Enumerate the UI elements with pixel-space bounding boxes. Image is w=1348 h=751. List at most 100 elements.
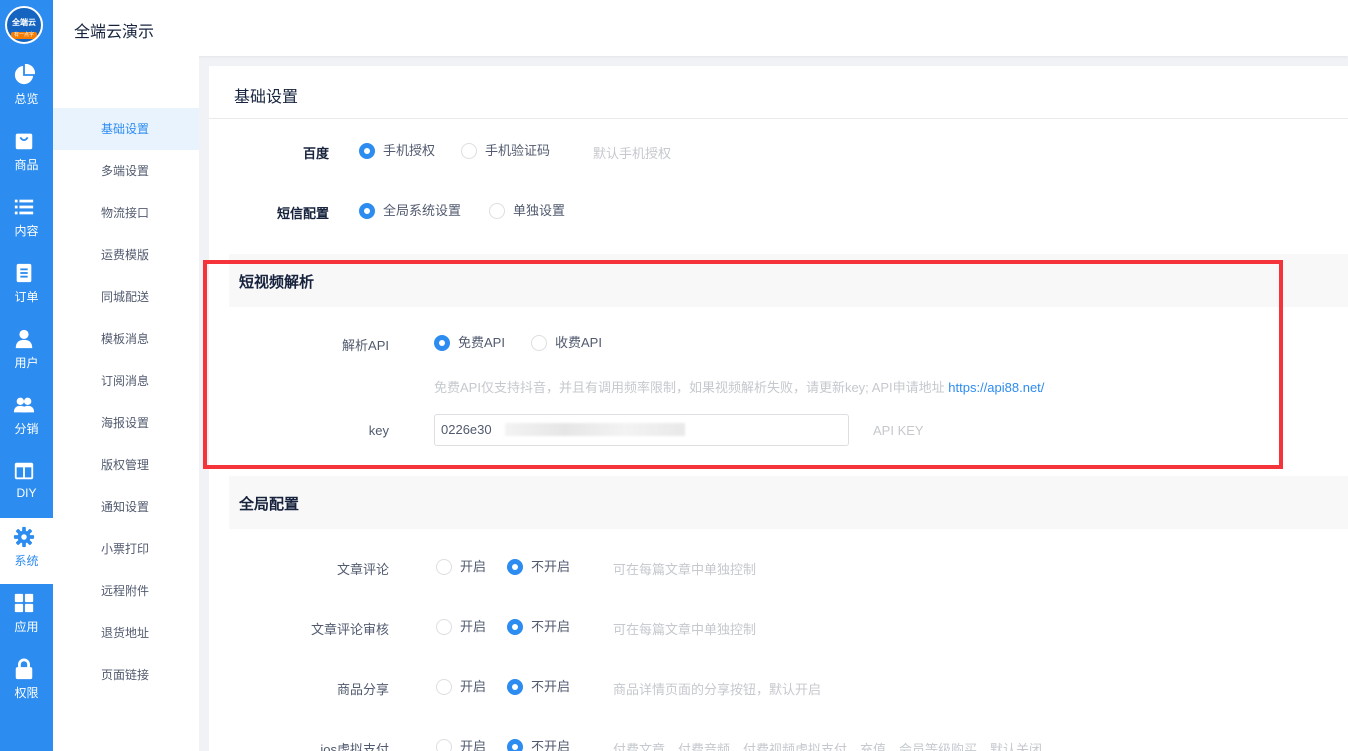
radio-dot <box>461 143 477 159</box>
user-icon <box>15 329 33 349</box>
left-rail: 全端云 有一点字 总览 商品 内容 订单 用户 分销 DIY 系统 应用 权限 <box>0 0 53 751</box>
radio-dot <box>434 335 450 351</box>
key-input[interactable]: 0226e30 <box>434 414 849 446</box>
radio-label: 开启 <box>460 679 487 694</box>
rail-item-overview[interactable]: 总览 <box>0 56 53 122</box>
row-label: 文章评论审核 <box>310 622 389 637</box>
radio-label: 不开启 <box>531 739 571 751</box>
submenu-item[interactable]: 物流接口 <box>53 192 199 234</box>
row-hint: 商品详情页面的分享按钮，默认开启 <box>613 682 822 697</box>
key-value: 0226e30 <box>441 422 492 437</box>
brand-logo[interactable]: 全端云 有一点字 <box>5 6 43 44</box>
rail-item-permissions[interactable]: 权限 <box>0 650 53 716</box>
users-icon <box>13 397 35 413</box>
radio-label: 收费API <box>555 335 602 350</box>
radio-dot <box>436 739 452 751</box>
row-api-hint: 免费API仅支持抖音，并且有调用频率限制，如果视频解析失败，请更新key; AP… <box>209 371 1348 401</box>
row-label: 文章评论 <box>336 562 389 577</box>
card-header: 基础设置 <box>209 66 1348 119</box>
rail-label: 应用 <box>14 620 39 634</box>
section-title: 全局配置 <box>239 496 300 513</box>
radio-label: 单独设置 <box>513 203 566 218</box>
radio-dot <box>436 619 452 635</box>
row-hint: 付费文章、付费音频、付费视频虚拟支付、充值、会员等级购买，默认关闭 <box>613 742 1043 751</box>
radio-dot <box>531 335 547 351</box>
row-hint: 可在每篇文章中单独控制 <box>613 622 757 637</box>
submenu-item[interactable]: 海报设置 <box>53 402 199 444</box>
grid-icon <box>14 593 34 613</box>
submenu-item[interactable]: 小票打印 <box>53 528 199 570</box>
row-ios-virtual-pay: ios虚拟支付 开启 不开启 付费文章、付费音频、付费视频虚拟支付、充值、会员等… <box>209 732 1348 751</box>
pie-chart-icon <box>14 64 35 85</box>
radio-dot <box>507 619 523 635</box>
shopping-bag-icon <box>15 133 33 150</box>
radio-label: 手机验证码 <box>485 143 551 158</box>
logo-text: 全端云 <box>12 18 36 27</box>
submenu-item[interactable]: 同城配送 <box>53 276 199 318</box>
submenu-item[interactable]: 通知设置 <box>53 486 199 528</box>
radio-dot <box>436 679 452 695</box>
radio-dot <box>359 143 375 159</box>
row-label: ios虚拟支付 <box>320 742 389 751</box>
top-header: 全端云演示 <box>53 0 1348 56</box>
row-goods-share: 商品分享 开启 不开启 商品详情页面的分享按钮，默认开启 <box>209 672 1348 702</box>
rail-item-system[interactable]: 系统 <box>0 518 53 584</box>
submenu-item[interactable]: 远程附件 <box>53 570 199 612</box>
rail-label: DIY <box>16 486 37 500</box>
document-icon <box>16 263 32 283</box>
submenu-item[interactable]: 页面链接 <box>53 654 199 696</box>
rail-item-distribution[interactable]: 分销 <box>0 386 53 452</box>
submenu-item[interactable]: 基础设置 <box>53 108 199 150</box>
row-parse-api: 解析API 免费API 收费API <box>209 328 1348 358</box>
card-title: 基础设置 <box>234 89 299 106</box>
rail-item-users[interactable]: 用户 <box>0 320 53 386</box>
section-short-video: 短视频解析 <box>229 254 1348 307</box>
rail-label: 系统 <box>14 554 39 568</box>
submenu-item[interactable]: 运费模版 <box>53 234 199 276</box>
row-label: 短信配置 <box>276 206 329 221</box>
row-hint: 可在每篇文章中单独控制 <box>613 562 757 577</box>
radio-dot <box>489 203 505 219</box>
section-global: 全局配置 <box>229 476 1348 529</box>
layout-icon <box>14 462 34 480</box>
radio-dot <box>507 739 523 751</box>
submenu-item[interactable]: 多端设置 <box>53 150 199 192</box>
rail-item-orders[interactable]: 订单 <box>0 254 53 320</box>
rail-item-goods[interactable]: 商品 <box>0 122 53 188</box>
rail-item-diy[interactable]: DIY <box>0 452 53 518</box>
radio-dot <box>507 679 523 695</box>
api-link[interactable]: https://api88.net/ <box>948 380 1044 395</box>
radio-label: 手机授权 <box>383 143 436 158</box>
submenu-item[interactable]: 版权管理 <box>53 444 199 486</box>
radio-dot <box>507 559 523 575</box>
rail-item-apps[interactable]: 应用 <box>0 584 53 650</box>
rail-item-content[interactable]: 内容 <box>0 188 53 254</box>
radio-label: 开启 <box>460 739 487 751</box>
row-baidu: 百度 手机授权 手机验证码 默认手机授权 <box>209 136 1348 166</box>
redacted-mask <box>505 423 685 436</box>
radio-dot <box>359 203 375 219</box>
section-title: 短视频解析 <box>239 274 315 291</box>
submenu-item[interactable]: 模板消息 <box>53 318 199 360</box>
submenu-item[interactable]: 订阅消息 <box>53 360 199 402</box>
row-comment-review: 文章评论审核 开启 不开启 可在每篇文章中单独控制 <box>209 612 1348 642</box>
row-label: 解析API <box>342 338 389 353</box>
radio-label: 全局系统设置 <box>383 203 462 218</box>
row-label: 商品分享 <box>336 682 389 697</box>
lock-icon <box>15 658 33 680</box>
key-hint: API KEY <box>873 423 924 438</box>
row-label: 百度 <box>302 146 329 161</box>
radio-label: 开启 <box>460 619 487 634</box>
logo-band: 有一点字 <box>11 32 37 39</box>
radio-dot <box>436 559 452 575</box>
row-article-comment: 文章评论 开启 不开启 可在每篇文章中单独控制 <box>209 552 1348 582</box>
rail-label: 用户 <box>14 356 39 370</box>
radio-label: 不开启 <box>531 559 571 574</box>
radio-label: 不开启 <box>531 619 571 634</box>
rail-label: 商品 <box>14 158 39 172</box>
settings-card: 基础设置 百度 手机授权 手机验证码 默认手机授权 短信配置 全局系统设置 单独… <box>209 66 1348 751</box>
row-sms: 短信配置 全局系统设置 单独设置 <box>209 196 1348 226</box>
submenu-item[interactable]: 退货地址 <box>53 612 199 654</box>
row-label: key <box>368 423 389 438</box>
api-hint-text: 免费API仅支持抖音，并且有调用频率限制，如果视频解析失败，请更新key; AP… <box>434 380 945 395</box>
